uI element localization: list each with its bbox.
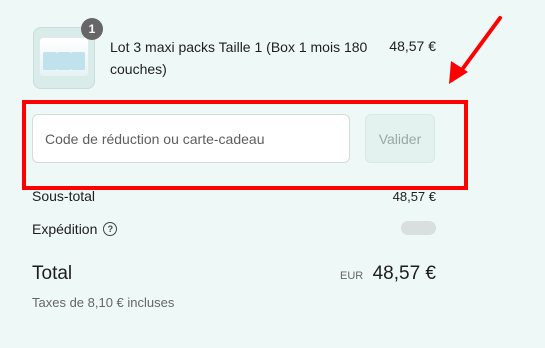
- shipping-row: Expédition ?: [32, 221, 118, 237]
- discount-code-input[interactable]: [32, 114, 350, 163]
- subtotal-label: Sous-total: [32, 188, 96, 204]
- help-icon[interactable]: ?: [103, 222, 118, 236]
- apply-discount-button[interactable]: Valider: [365, 114, 435, 163]
- total-value: 48,57 €: [372, 263, 436, 284]
- pack-shape: [43, 52, 57, 70]
- product-name: Lot 3 maxi packs Taille 1 (Box 1 mois 18…: [110, 39, 368, 77]
- product-price: 48,57 €: [389, 38, 436, 54]
- total-label: Total: [32, 263, 73, 284]
- tax-note: Taxes de 8,10 € incluses: [32, 295, 175, 310]
- currency-code: EUR: [340, 270, 364, 282]
- shipping-loading-placeholder: [401, 221, 436, 235]
- subtotal-value: 48,57 €: [392, 189, 436, 204]
- quantity-badge: 1: [81, 18, 103, 40]
- diaper-pack-image: [40, 38, 88, 76]
- shipping-label: Expédition: [32, 221, 98, 237]
- pack-shape: [57, 52, 71, 70]
- pack-shape: [71, 52, 85, 70]
